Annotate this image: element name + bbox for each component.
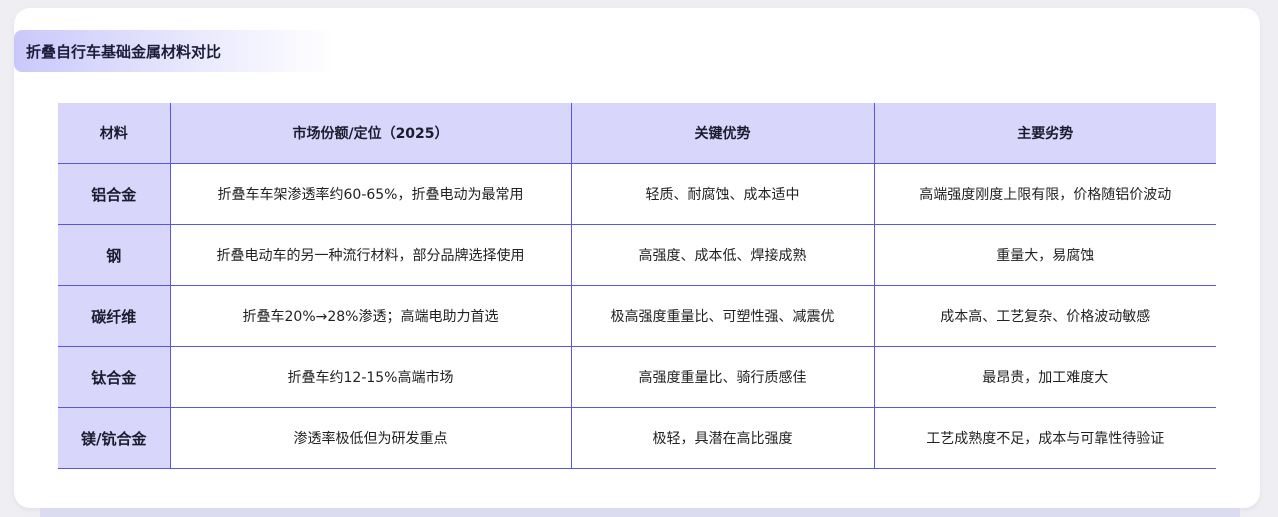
column-header: 材料 xyxy=(58,103,171,164)
market-cell: 折叠电动车的另一种流行材料，部分品牌选择使用 xyxy=(170,224,572,286)
column-header: 关键优势 xyxy=(571,103,875,164)
material-cell: 钢 xyxy=(58,224,171,286)
advantage-cell: 轻质、耐腐蚀、成本适中 xyxy=(571,163,875,225)
column-header: 主要劣势 xyxy=(874,103,1216,164)
market-cell: 折叠车约12-15%高端市场 xyxy=(170,346,572,408)
content-card: 折叠自行车基础金属材料对比 材料 市场份额/定位（2025） 关键优势 主要劣势… xyxy=(14,8,1260,508)
disadvantage-cell: 成本高、工艺复杂、价格波动敏感 xyxy=(874,285,1216,347)
bottom-band xyxy=(40,508,1240,517)
material-cell: 镁/钪合金 xyxy=(58,407,171,469)
table-row: 镁/钪合金 渗透率极低但为研发重点 极轻，具潜在高比强度 工艺成熟度不足，成本与… xyxy=(58,407,1216,469)
market-cell: 折叠车20%→28%渗透；高端电助力首选 xyxy=(170,285,572,347)
market-cell: 渗透率极低但为研发重点 xyxy=(170,407,572,469)
advantage-cell: 极高强度重量比、可塑性强、减震优 xyxy=(571,285,875,347)
market-cell: 折叠车车架渗透率约60-65%，折叠电动为最常用 xyxy=(170,163,572,225)
table-row: 钢 折叠电动车的另一种流行材料，部分品牌选择使用 高强度、成本低、焊接成熟 重量… xyxy=(58,224,1216,286)
disadvantage-cell: 重量大，易腐蚀 xyxy=(874,224,1216,286)
column-header: 市场份额/定位（2025） xyxy=(170,103,572,164)
table-header-row: 材料 市场份额/定位（2025） 关键优势 主要劣势 xyxy=(58,103,1216,164)
material-cell: 碳纤维 xyxy=(58,285,171,347)
table-row: 碳纤维 折叠车20%→28%渗透；高端电助力首选 极高强度重量比、可塑性强、减震… xyxy=(58,285,1216,347)
comparison-table: 材料 市场份额/定位（2025） 关键优势 主要劣势 铝合金 折叠车车架渗透率约… xyxy=(58,103,1216,469)
advantage-cell: 高强度重量比、骑行质感佳 xyxy=(571,346,875,408)
disadvantage-cell: 工艺成熟度不足，成本与可靠性待验证 xyxy=(874,407,1216,469)
disadvantage-cell: 最昂贵，加工难度大 xyxy=(874,346,1216,408)
title-badge: 折叠自行车基础金属材料对比 xyxy=(14,30,334,72)
page-title: 折叠自行车基础金属材料对比 xyxy=(26,42,222,61)
table-row: 铝合金 折叠车车架渗透率约60-65%，折叠电动为最常用 轻质、耐腐蚀、成本适中… xyxy=(58,163,1216,225)
material-cell: 钛合金 xyxy=(58,346,171,408)
advantage-cell: 高强度、成本低、焊接成熟 xyxy=(571,224,875,286)
disadvantage-cell: 高端强度刚度上限有限，价格随铝价波动 xyxy=(874,163,1216,225)
advantage-cell: 极轻，具潜在高比强度 xyxy=(571,407,875,469)
material-cell: 铝合金 xyxy=(58,163,171,225)
table-row: 钛合金 折叠车约12-15%高端市场 高强度重量比、骑行质感佳 最昂贵，加工难度… xyxy=(58,346,1216,408)
